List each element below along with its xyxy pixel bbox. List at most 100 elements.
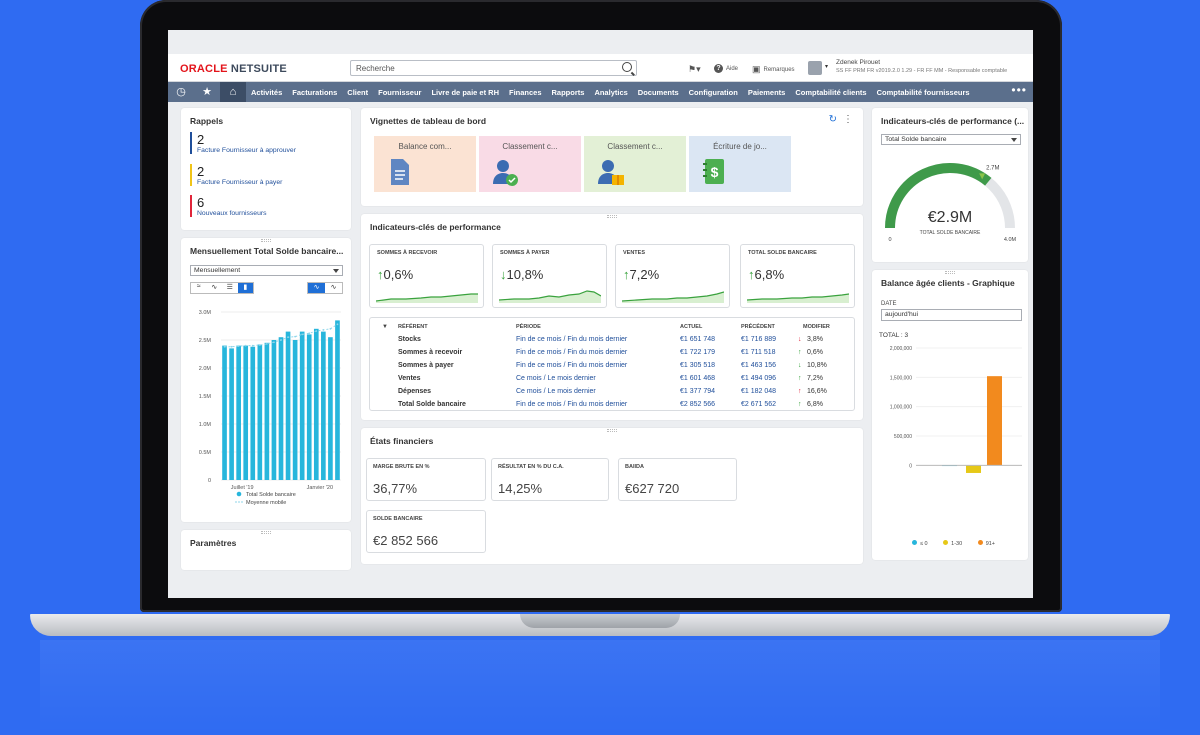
home-icon[interactable]: ⌂ (220, 82, 246, 102)
table-cell[interactable]: €1 494 096 (741, 375, 776, 382)
legend-item[interactable]: 91+ (977, 540, 995, 547)
table-row[interactable]: Sommes à payer Fin de ce mois / Fin du mo… (370, 362, 854, 375)
more-menu-icon[interactable]: ••• (1011, 83, 1027, 97)
nav-paiements[interactable]: Paiements (743, 88, 791, 97)
table-cell[interactable]: Fin de ce mois / Fin du mois dernier (516, 362, 627, 369)
tile-balance[interactable]: Balance com... (374, 136, 476, 192)
table-cell[interactable]: €2 671 562 (741, 401, 776, 408)
reminder-item[interactable]: 2 Facture Fournisseur à payer (190, 164, 282, 186)
change-arrow-icon: ↑ (798, 375, 802, 382)
financial-card[interactable]: BAIIDA €627 720 (618, 458, 737, 501)
nav-paie-rh[interactable]: Livre de paie et RH (426, 88, 504, 97)
legend-item[interactable]: 1-30 (943, 540, 962, 547)
nav-analytics[interactable]: Analytics (589, 88, 632, 97)
ledger-dollar-icon: $ (703, 159, 724, 184)
table-cell[interactable]: Fin de ce mois / Fin du mois dernier (516, 336, 627, 343)
table-cell[interactable]: €1 716 889 (741, 336, 776, 343)
nav-activites[interactable]: Activités (246, 88, 287, 97)
drag-handle[interactable] (261, 239, 271, 242)
tile-classement-2[interactable]: Classement c... (584, 136, 686, 192)
table-cell[interactable]: Ce mois / Le mois dernier (516, 375, 596, 382)
nav-comptabilite-clients[interactable]: Comptabilité clients (790, 88, 871, 97)
table-cell[interactable]: €1 463 156 (741, 362, 776, 369)
table-cell[interactable]: €1 601 468 (680, 375, 715, 382)
financial-card[interactable]: MARGE BRUTE EN % 36,77% (366, 458, 486, 501)
kpi-table: ▼ RÉFÉRENT PÉRIODE ACTUEL PRÉCÉDENT MODI… (369, 317, 855, 411)
point (315, 330, 318, 332)
oracle-netsuite-logo[interactable]: ORACLE NETSUITE (180, 63, 287, 75)
more-options-icon[interactable]: ⋮ (843, 114, 853, 125)
collapse-icon[interactable]: ▼ (382, 324, 388, 330)
nav-configuration[interactable]: Configuration (684, 88, 743, 97)
drag-handle[interactable] (945, 271, 955, 274)
table-cell[interactable]: €1 651 748 (680, 336, 715, 343)
kpi-card[interactable]: Sommes à payer ↓10,8% (492, 244, 607, 308)
kpi-select[interactable]: Total Solde bancaire (881, 134, 1021, 145)
table-row[interactable]: Total Solde bancaire Fin de ce mois / Fin… (370, 401, 854, 414)
y-tick-label: 2.5M (199, 338, 212, 344)
kpi-card[interactable]: Total Solde bancaire ↑6,8% (740, 244, 855, 308)
point (280, 339, 282, 341)
date-field[interactable]: aujourd'hui (881, 309, 1022, 321)
reminder-item[interactable]: 2 Facture Fournisseur à approuver (190, 132, 296, 154)
table-cell[interactable]: €1 711 518 (741, 349, 776, 356)
table-cell[interactable]: Fin de ce mois / Fin du mois dernier (516, 349, 627, 356)
search-input[interactable]: Recherche (350, 60, 637, 76)
change-arrow-icon: ↑ (798, 388, 802, 395)
table-cell[interactable]: Ce mois / Le mois dernier (516, 388, 596, 395)
nav-finances[interactable]: Finances (504, 88, 547, 97)
legend-item[interactable]: ≤ 0 (912, 540, 928, 547)
financial-card[interactable]: SOLDE BANCAIRE €2 852 566 (366, 510, 486, 553)
point (244, 344, 247, 347)
area-chart-icon[interactable]: ≈ (191, 283, 207, 293)
nav-rapports[interactable]: Rapports (547, 88, 590, 97)
table-cell[interactable]: Fin de ce mois / Fin du mois dernier (516, 401, 627, 408)
table-cell[interactable]: €1 722 179 (680, 349, 715, 356)
tile-classement-1[interactable]: Classement c... (479, 136, 581, 192)
refresh-icon[interactable]: ↻ (829, 114, 837, 125)
table-row[interactable]: Sommes à recevoir Fin de ce mois / Fin du… (370, 349, 854, 362)
bar (278, 337, 284, 480)
line-chart-icon[interactable]: ∿ (207, 283, 223, 293)
nav-documents[interactable]: Documents (633, 88, 684, 97)
reminder-item[interactable]: 6 Nouveaux fournisseurs (190, 195, 267, 217)
table-row[interactable]: Ventes Ce mois / Le mois dernier €1 601 46… (370, 375, 854, 388)
tile-ecriture[interactable]: Écriture de jo... $ (689, 136, 791, 192)
nav-facturations[interactable]: Facturations (287, 88, 342, 97)
trend-icon[interactable]: ∿ (308, 283, 325, 293)
table-cell[interactable]: €1 305 518 (680, 362, 715, 369)
point (273, 341, 275, 344)
table-cell[interactable]: €1 377 794 (680, 388, 715, 395)
help-button[interactable]: ? Aide (714, 64, 738, 73)
user-gift-icon (598, 160, 624, 185)
kpi-card[interactable]: Ventes ↑7,2% (615, 244, 730, 308)
portlet-title: Balance âgée clients - Graphique (881, 278, 1015, 288)
search-icon[interactable] (622, 62, 632, 72)
kpi-card[interactable]: Sommes à recevoir ↑0,6% (369, 244, 484, 308)
feedback-button[interactable]: ▣ Remarques (752, 64, 795, 75)
point (336, 323, 339, 326)
bar-chart-horizontal-icon[interactable]: ☰ (222, 283, 238, 293)
sparkline (622, 291, 724, 303)
drag-handle[interactable] (607, 429, 617, 432)
table-cell: Dépenses (398, 388, 432, 395)
shortcuts-icon[interactable]: ⚑▾ (688, 64, 701, 75)
drag-handle[interactable] (261, 531, 271, 534)
point (301, 333, 304, 336)
recent-icon[interactable]: ◷ (168, 82, 194, 102)
y-tick-label: 2,000,000 (890, 346, 912, 352)
star-icon[interactable]: ★ (194, 82, 220, 102)
table-row[interactable]: Dépenses Ce mois / Le mois dernier €1 377 … (370, 388, 854, 401)
period-select[interactable]: Mensuellement (190, 265, 343, 276)
bar-chart-icon[interactable]: ▮ (237, 283, 253, 293)
table-cell[interactable]: €1 182 048 (741, 388, 776, 395)
nav-fournisseur[interactable]: Fournisseur (373, 88, 426, 97)
financial-card[interactable]: RÉSULTAT EN % DU C.A. 14,25% (491, 458, 609, 501)
table-cell[interactable]: €2 852 566 (680, 401, 715, 408)
moving-average-icon[interactable]: ∿ (325, 283, 342, 293)
nav-comptabilite-fournisseurs[interactable]: Comptabilité fournisseurs (872, 88, 975, 97)
drag-handle[interactable] (607, 215, 617, 218)
bar (271, 340, 277, 480)
table-row[interactable]: Stocks Fin de ce mois / Fin du mois derni… (370, 336, 854, 349)
nav-client[interactable]: Client (342, 88, 373, 97)
